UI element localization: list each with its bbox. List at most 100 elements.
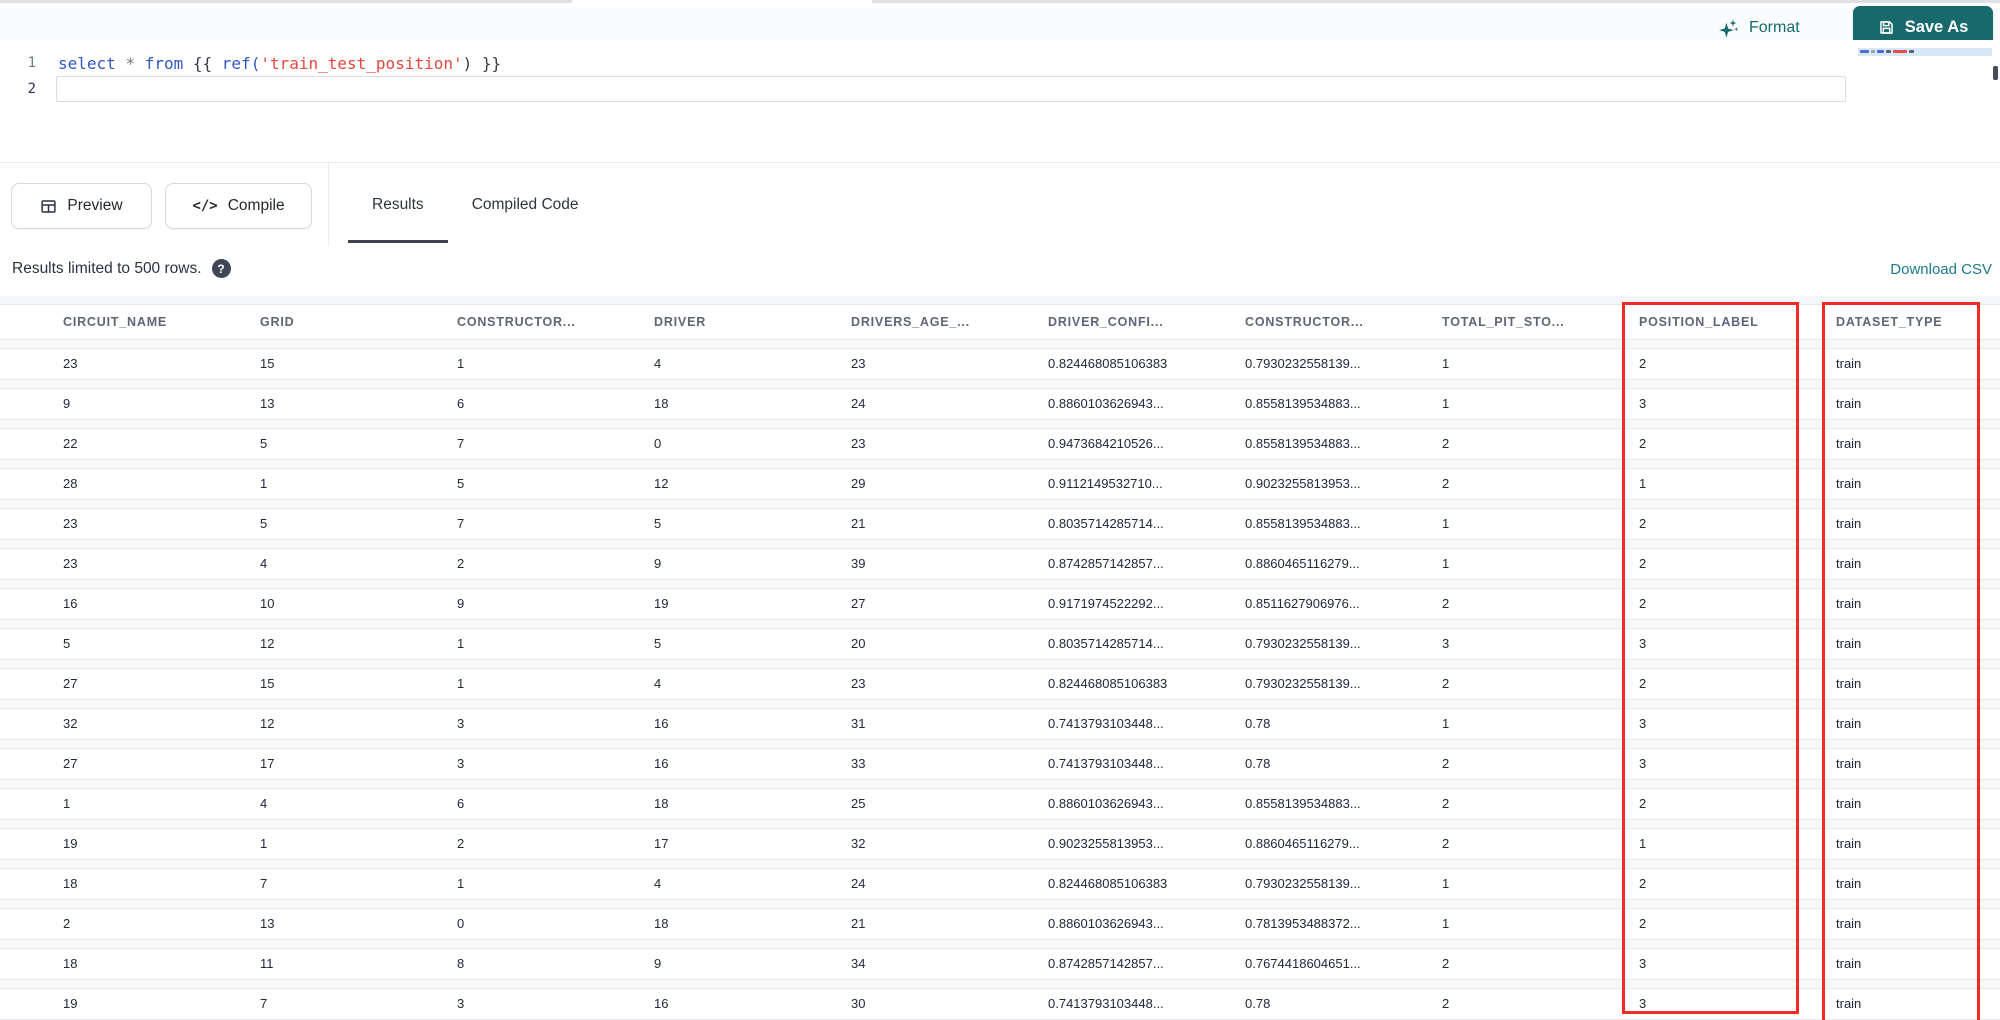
table-cell: 23	[851, 356, 866, 371]
table-cell: 16	[654, 756, 669, 771]
table-cell: 1	[1639, 476, 1647, 491]
results-table: CIRCUIT_NAME GRID CONSTRUCTOR... DRIVER DRIV…	[0, 296, 2000, 1020]
column-header[interactable]: POSITION_LABEL	[1626, 305, 1823, 339]
line-number: 1	[27, 55, 36, 71]
tab-compiled-code[interactable]: Compiled Code	[448, 163, 603, 246]
table-cell: 23	[63, 556, 78, 571]
question-circle-icon[interactable]: ?	[211, 259, 231, 278]
table-cell: 15	[260, 676, 275, 691]
table-cell: 27	[851, 596, 866, 611]
sparkles-icon	[1719, 18, 1739, 38]
table-cell: 20	[851, 636, 866, 651]
sql-editor[interactable]: 1 select * from {{ ref('train_test_positi…	[0, 40, 2000, 162]
table-cell: 9	[457, 596, 465, 611]
code-token: from	[144, 53, 184, 73]
table-cell: 5	[654, 516, 662, 531]
table-cell: 1	[1442, 556, 1450, 571]
table-cell: 2	[1639, 876, 1647, 891]
table-cell: 2	[1442, 836, 1450, 851]
table-cell: 4	[654, 356, 662, 371]
table-row: 23 15 1 4 23 0.824468085106383 0.7930232558139…	[0, 348, 2000, 380]
table-cell: 18	[63, 956, 78, 971]
table-cell: 13	[260, 916, 275, 931]
table-row: 16 10 9 19 27 0.9171974522292... 0.85116279069…	[0, 588, 2000, 620]
table-cell: 30	[851, 996, 866, 1011]
compile-button[interactable]: </> Compile	[165, 183, 312, 229]
code-line[interactable]: 2	[0, 76, 2000, 102]
preview-button[interactable]: Preview	[11, 183, 152, 229]
editor-minimap[interactable]	[1858, 48, 1992, 56]
table-cell: 7	[260, 996, 268, 1011]
table-cell: train	[1836, 916, 1862, 931]
row-limit-label: Results limited to 500 rows.	[12, 259, 202, 277]
toolbar-divider	[328, 163, 329, 246]
table-cell: train	[1836, 876, 1862, 891]
table-cell: 1	[260, 476, 268, 491]
table-cell: 0.824468085106383	[1048, 876, 1168, 891]
table-cell: 2	[1442, 596, 1450, 611]
table-cell: 12	[654, 476, 669, 491]
code-line[interactable]: 1 select * from {{ ref('train_test_positi…	[0, 50, 2000, 76]
table-cell: 27	[63, 756, 78, 771]
column-header[interactable]: TOTAL_PIT_STO...	[1429, 305, 1626, 339]
table-cell: 1	[260, 836, 268, 851]
minimap-token	[1886, 50, 1891, 53]
editor-scrollbar[interactable]	[1993, 66, 1998, 80]
table-cell: 3	[1639, 396, 1647, 411]
table-cell: 0.8860103626943...	[1048, 916, 1164, 931]
editor-tab-strip[interactable]	[0, 0, 2000, 8]
table-cell: 0.7413793103448...	[1048, 756, 1164, 771]
table-cell: train	[1836, 436, 1862, 451]
table-cell: 2	[1639, 516, 1647, 531]
tab-results[interactable]: Results	[348, 163, 448, 246]
line-number: 2	[27, 81, 36, 97]
table-cell: 24	[851, 396, 866, 411]
table-cell: 1	[1639, 836, 1647, 851]
table-cell: train	[1836, 516, 1862, 531]
column-header[interactable]: GRID	[247, 305, 444, 339]
table-cell: 1	[1442, 876, 1450, 891]
download-csv-link[interactable]: Download CSV	[1890, 261, 1992, 278]
table-cell: 3	[457, 716, 465, 731]
column-header[interactable]: DATASET_TYPE	[1823, 305, 2000, 339]
code-token: )	[462, 53, 473, 73]
column-header[interactable]: CONSTRUCTOR...	[444, 305, 641, 339]
table-cell: 19	[63, 836, 78, 851]
table-row: 19 7 3 16 30 0.7413793103448... 0.78 2 3 train	[0, 988, 2000, 1020]
minimap-token	[1871, 50, 1875, 53]
table-cell: 2	[1442, 476, 1450, 491]
table-cell: train	[1836, 676, 1862, 691]
table-cell: 2	[1639, 436, 1647, 451]
table-cell: 0.824468085106383	[1048, 356, 1168, 371]
table-cell: 0.7930232558139...	[1245, 676, 1361, 691]
table-cell: 22	[63, 436, 78, 451]
table-cell: 0.7413793103448...	[1048, 716, 1164, 731]
table-cell: 23	[851, 676, 866, 691]
column-header[interactable]: DRIVER_CONFI...	[1035, 305, 1232, 339]
table-cell: 32	[63, 716, 78, 731]
table-cell: 1	[457, 876, 465, 891]
column-header[interactable]: DRIVER	[641, 305, 838, 339]
table-row: 23 5 7 5 21 0.8035714285714... 0.8558139534883…	[0, 508, 2000, 540]
table-cell: 6	[457, 396, 465, 411]
column-header[interactable]: CONSTRUCTOR...	[1232, 305, 1429, 339]
table-row: 19 1 2 17 32 0.9023255813953... 0.886046511627…	[0, 828, 2000, 860]
table-cell: 1	[457, 356, 465, 371]
table-cell: 19	[63, 996, 78, 1011]
table-cell: 18	[654, 396, 669, 411]
minimap-token	[1893, 50, 1907, 53]
table-cell: 2	[63, 916, 71, 931]
table-cell: 2	[1442, 676, 1450, 691]
column-header[interactable]: CIRCUIT_NAME	[50, 305, 247, 339]
table-cell: 2	[457, 556, 465, 571]
table-cell: 0.8742857142857...	[1048, 556, 1164, 571]
column-header[interactable]: DRIVERS_AGE_...	[838, 305, 1035, 339]
table-cell: 4	[654, 676, 662, 691]
table-cell: 5	[63, 636, 71, 651]
table-cell: 3	[1639, 636, 1647, 651]
code-icon: </>	[192, 198, 218, 214]
table-cell: 0.8860465116279...	[1245, 556, 1360, 571]
table-cell: 2	[457, 836, 465, 851]
table-cell: 10	[260, 596, 275, 611]
